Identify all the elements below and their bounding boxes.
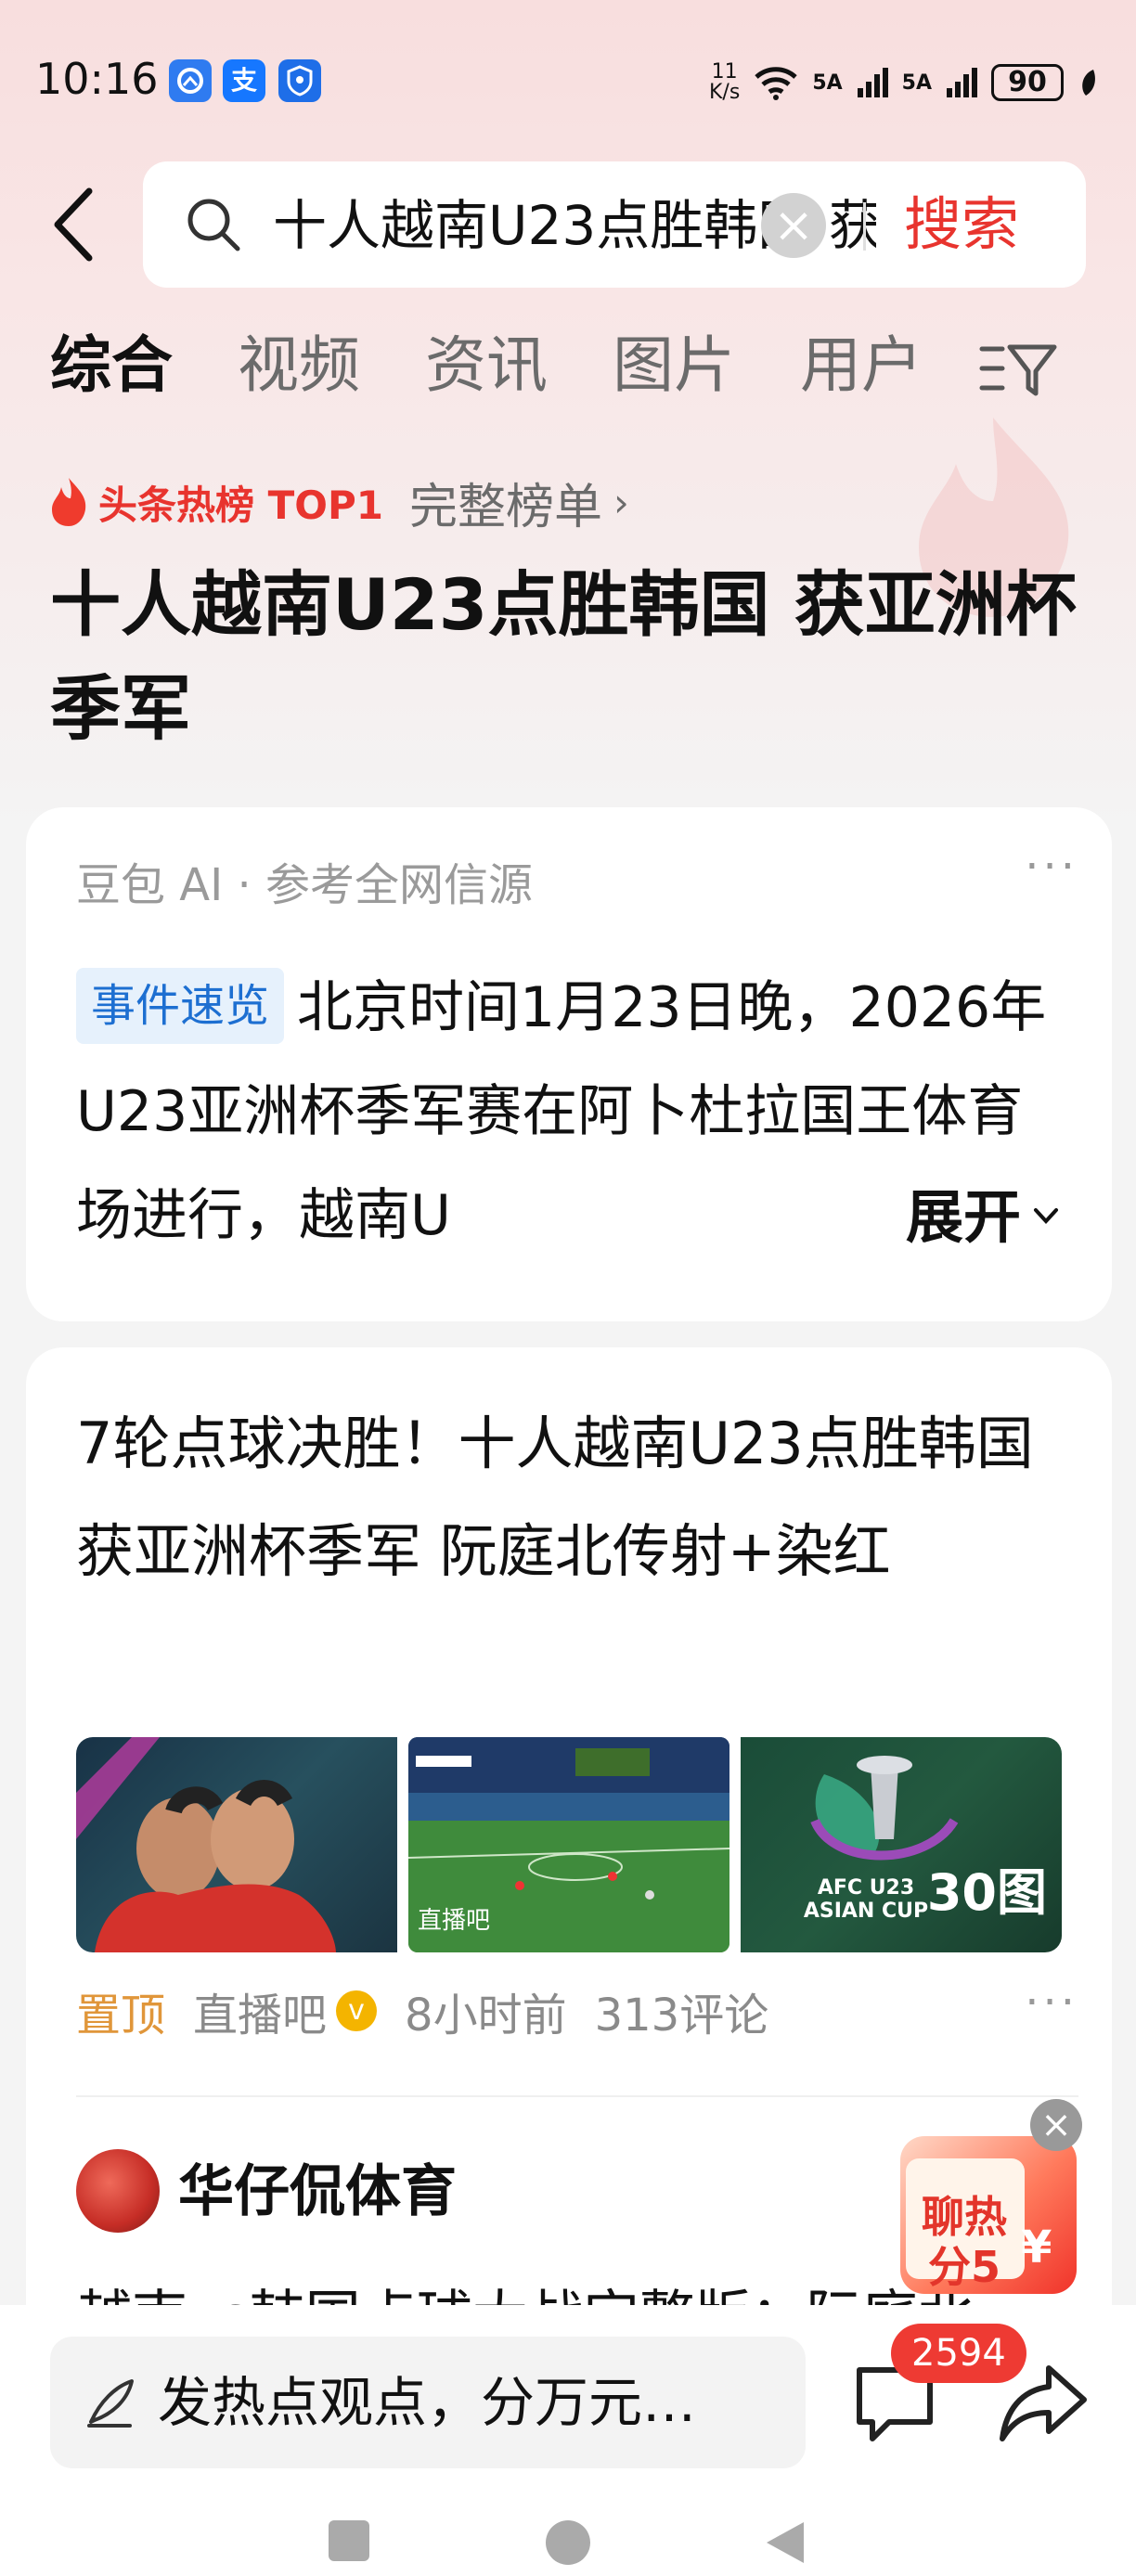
tab-all[interactable]: 综合: [50, 321, 173, 410]
chevron-down-icon: [1034, 1208, 1058, 1224]
more-options-icon[interactable]: ···: [1025, 841, 1078, 893]
news-thumbnail-trophy[interactable]: AFC U23 ASIAN CUP 30图: [741, 1737, 1062, 1952]
tab-news[interactable]: 资讯: [425, 321, 548, 410]
security-app-icon: [278, 59, 321, 102]
search-button[interactable]: 搜索: [904, 187, 1019, 262]
status-time: 10:16: [35, 54, 159, 104]
comment-placeholder: 发热点观点，分万元…: [158, 2371, 697, 2434]
tab-images[interactable]: 图片: [613, 321, 735, 410]
more-options-icon[interactable]: ···: [1025, 1977, 1078, 2029]
wifi-icon: [755, 67, 798, 100]
pen-icon: [87, 2379, 134, 2428]
pinned-label: 置顶: [76, 1990, 166, 2041]
ai-source-label: 豆包 AI · 参考全网信源: [76, 859, 534, 911]
news-thumbnails: 直播吧 AFC U23 ASIAN CUP 30图: [76, 1737, 1062, 1952]
signal-bars-icon: [947, 68, 977, 97]
hot-rank-tag: 头条热榜 TOP1: [98, 482, 383, 528]
leaf-icon: [1082, 70, 1095, 96]
search-icon: [187, 199, 240, 251]
verified-icon: v: [336, 1990, 378, 2031]
clear-search-button[interactable]: ×: [761, 193, 826, 258]
news-source[interactable]: 直播吧: [193, 1978, 327, 2043]
filter-icon[interactable]: [978, 336, 1058, 401]
news-comment-count: 313评论: [594, 1990, 769, 2041]
expand-button[interactable]: 展开: [877, 1171, 1062, 1264]
signal-1-label: 5A: [812, 71, 843, 95]
messages-app-icon: [169, 59, 212, 102]
status-indicators: 11 K/s 5A 5A 90: [709, 59, 1099, 106]
news-time: 8小时前: [405, 1990, 567, 2041]
hot-list-row[interactable]: 头条热榜 TOP1 完整榜单 ›: [48, 470, 629, 535]
thumbnail-watermark: 直播吧: [418, 1907, 491, 1935]
back-nav-button[interactable]: [763, 2518, 807, 2567]
trophy-caption: AFC U23 ASIAN CUP: [803, 1876, 929, 1923]
result-tabs: 综合 视频 资讯 图片 用户: [50, 321, 988, 410]
share-icon[interactable]: [997, 2359, 1090, 2448]
expand-label: 展开: [905, 1183, 1021, 1251]
recent-apps-button[interactable]: [327, 2518, 371, 2563]
promo-card[interactable]: 聊热分5 ¥: [900, 2136, 1077, 2294]
search-box[interactable]: 十人越南U23点胜韩国 获亚洲杯季军 × 搜索: [143, 161, 1086, 288]
news-thumbnail-players[interactable]: [76, 1737, 397, 1952]
floating-promo[interactable]: 聊热分5 ¥ ×: [900, 2099, 1086, 2299]
avatar[interactable]: [76, 2149, 160, 2233]
news-thumbnail-match[interactable]: 直播吧: [408, 1737, 729, 1952]
event-overview-chip: 事件速览: [76, 968, 285, 1044]
flame-icon: [52, 478, 86, 526]
network-speed: 11 K/s: [709, 60, 741, 104]
news-title[interactable]: 7轮点球决胜！十人越南U23点胜韩国获亚洲杯季军 阮庭北传射+染红: [76, 1390, 1078, 1605]
comment-input[interactable]: 发热点观点，分万元…: [50, 2337, 806, 2468]
status-bar: 10:16 支 11 K/s 5A 5A 90: [0, 0, 1136, 158]
system-nav-bar: [0, 2505, 1136, 2576]
signal-bars-icon: [857, 68, 888, 97]
alipay-app-icon: 支: [223, 59, 265, 102]
promo-text: 聊热分5: [922, 2192, 1007, 2292]
image-count: 30图: [926, 1863, 1047, 1922]
tab-video[interactable]: 视频: [238, 321, 360, 410]
yen-icon: ¥: [1021, 2222, 1052, 2273]
tab-users[interactable]: 用户: [800, 321, 923, 410]
signal-2-label: 5A: [901, 71, 932, 95]
divider: [76, 2095, 1078, 2097]
author-name[interactable]: 华仔侃体育: [178, 2155, 457, 2229]
ai-summary-card[interactable]: 豆包 AI · 参考全网信源 ··· 事件速览 北京时间1月23日晚，2026年U…: [26, 807, 1112, 1321]
chevron-right-icon: ›: [613, 479, 629, 525]
bottom-bar: 发热点观点，分万元… 2594: [0, 2305, 1136, 2576]
battery-indicator: 90: [991, 64, 1064, 101]
news-meta: 置顶 直播吧 v 8小时前 313评论: [76, 1978, 796, 2043]
home-button[interactable]: [544, 2518, 592, 2567]
back-arrow-icon: [54, 187, 93, 262]
back-button[interactable]: [43, 178, 108, 271]
search-divider: [863, 202, 866, 251]
close-icon[interactable]: ×: [1030, 2099, 1082, 2151]
hot-topic-headline[interactable]: 十人越南U23点胜韩国 获亚洲杯季军: [50, 553, 1090, 761]
full-list-link[interactable]: 完整榜单: [409, 468, 602, 537]
